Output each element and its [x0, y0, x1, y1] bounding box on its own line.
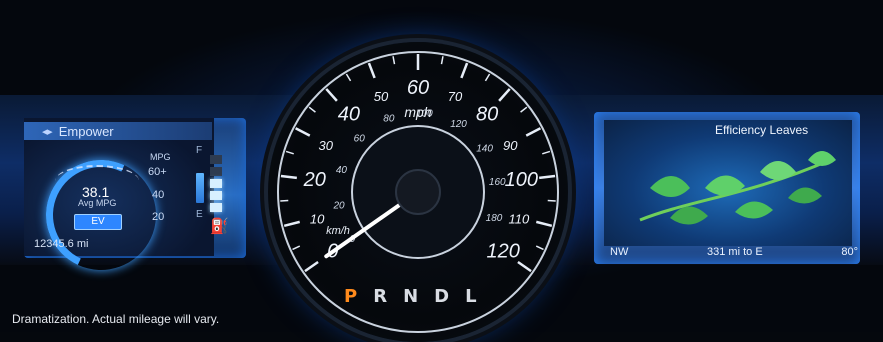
mph-tick-label-40: 40	[338, 103, 360, 125]
mph-tick	[535, 245, 544, 251]
leaf-icon	[788, 187, 822, 204]
mph-tick	[542, 150, 551, 155]
mph-tick	[392, 56, 396, 65]
empower-icon: ◂·▸	[42, 125, 53, 138]
kmh-tick-label-120: 120	[450, 119, 467, 130]
mph-tick-label-60: 60	[407, 77, 429, 99]
mph-tick	[484, 73, 491, 82]
outside-temperature: 80°	[841, 246, 858, 258]
mpg-unit-label: MPG	[150, 152, 171, 162]
gear-P: P	[344, 286, 358, 307]
fuel-level-indicator	[196, 173, 204, 203]
gear-D: D	[434, 286, 450, 307]
kmh-tick-label-160: 160	[489, 177, 506, 188]
avg-mpg-label: Avg MPG	[78, 198, 117, 208]
fuel-bar-segment	[210, 191, 222, 200]
fuel-full-label: F	[196, 145, 203, 156]
mph-tick	[520, 106, 528, 113]
efficiency-leaves-title: Efficiency Leaves	[715, 123, 809, 137]
fuel-bar-segment	[210, 155, 222, 164]
mph-tick-label-50: 50	[374, 89, 389, 104]
empower-header: ◂·▸ Empower	[24, 122, 212, 140]
mph-tick	[535, 220, 553, 227]
leaf-icon	[650, 176, 690, 197]
gear-L: L	[465, 286, 477, 307]
odometer: 12345.6 mi	[34, 238, 89, 250]
fuel-bar-segment	[210, 167, 222, 176]
mph-tick	[517, 260, 532, 273]
ev-mode-badge: EV	[74, 214, 122, 230]
needle-hub	[395, 169, 441, 215]
kmh-tick-label-80: 80	[383, 114, 395, 125]
mph-tick-label-100: 100	[505, 169, 538, 191]
mph-tick	[345, 73, 352, 82]
mph-tick	[280, 174, 297, 180]
mph-tick	[280, 199, 289, 202]
mph-tick-label-30: 30	[319, 138, 334, 153]
compass-heading: NW	[610, 246, 629, 258]
mph-tick	[460, 62, 469, 79]
gear-selector: PRNDL	[344, 286, 477, 307]
right-status-bar: NW 331 mi to E 80°	[604, 246, 864, 262]
mph-tick-label-110: 110	[508, 211, 529, 226]
leaf-icon	[735, 201, 773, 219]
mph-tick	[440, 56, 444, 65]
mpg-tick-60: 60+	[148, 166, 167, 178]
mph-tick	[367, 62, 376, 79]
mph-tick-label-80: 80	[476, 103, 498, 125]
empower-title: Empower	[58, 123, 114, 139]
mph-tick	[283, 220, 301, 227]
kmh-tick-label-60: 60	[354, 134, 366, 145]
mph-tick	[325, 88, 338, 102]
fuel-gauge: F E ⛽	[196, 145, 234, 245]
mph-tick-label-10: 10	[310, 211, 325, 226]
fuel-bars	[210, 155, 222, 213]
fuel-empty-label: E	[196, 209, 203, 220]
mph-tick	[539, 174, 556, 180]
gear-N: N	[403, 286, 419, 307]
mpg-tick-20: 20	[152, 211, 165, 223]
fuel-pump-icon: ⛽	[210, 218, 229, 235]
mph-tick-label-120: 120	[487, 241, 520, 263]
kmh-tick-label-40: 40	[336, 165, 348, 176]
mph-tick	[304, 260, 319, 273]
mph-tick	[525, 127, 541, 137]
efficiency-leaves-icon	[639, 151, 836, 225]
kmh-tick-label-140: 140	[476, 144, 493, 155]
mph-tick	[308, 106, 316, 113]
leaf-icon	[808, 151, 836, 166]
kmh-tick-label-20: 20	[332, 201, 345, 212]
gear-R: R	[373, 286, 388, 307]
mph-tick	[498, 88, 511, 102]
mph-tick	[295, 127, 311, 137]
mph-tick	[292, 245, 301, 251]
range-to-empty: 331 mi to E	[707, 246, 763, 258]
mph-tick-label-90: 90	[503, 138, 518, 153]
kmh-unit-label: km/h	[326, 225, 350, 237]
mph-tick-label-70: 70	[448, 89, 463, 104]
kmh-tick-label-180: 180	[486, 213, 503, 224]
disclaimer-text: Dramatization. Actual mileage will vary.	[12, 312, 220, 326]
mph-tick	[547, 199, 556, 202]
mph-unit-label: mph	[404, 104, 431, 120]
fuel-bar-segment	[210, 203, 222, 212]
mph-tick	[285, 150, 294, 155]
mph-tick-label-20: 20	[303, 169, 326, 191]
mpg-tick-40: 40	[152, 189, 165, 201]
fuel-bar-segment	[210, 179, 222, 188]
